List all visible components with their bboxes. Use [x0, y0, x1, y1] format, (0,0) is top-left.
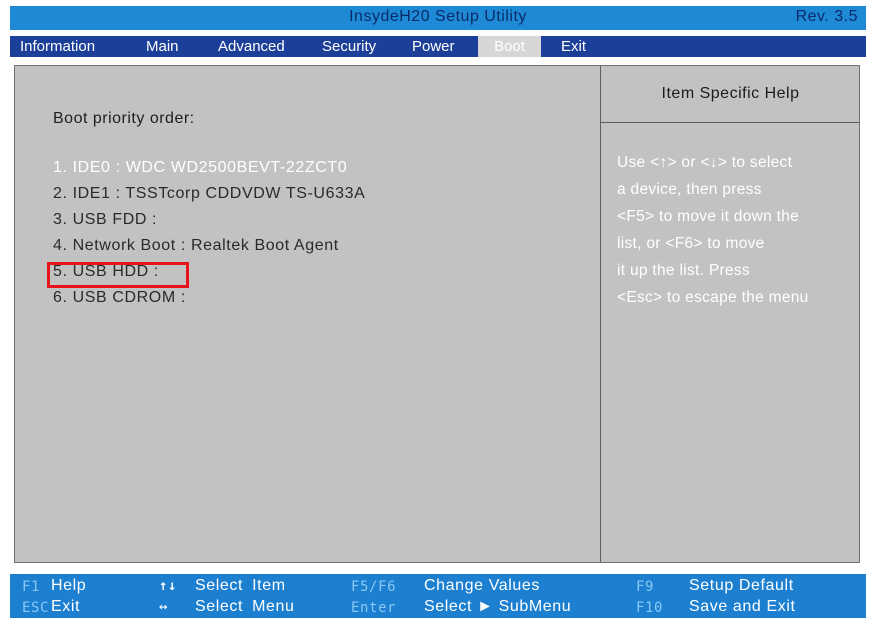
- key-f10-label: Save and Exit: [689, 598, 796, 615]
- key-f5-f6-label: Change Values: [424, 577, 541, 594]
- tab-advanced[interactable]: Advanced: [210, 36, 293, 57]
- content-frame: Boot priority order: 1. IDE0 : WDC WD250…: [10, 57, 866, 569]
- key-f9: F9: [636, 579, 655, 595]
- boot-item-ide1[interactable]: 2. IDE1 : TSSTcorp CDDVDW TS-U633A: [53, 181, 365, 207]
- bios-setup-screen: InsydeH20 Setup Utility Rev. 3.5 Informa…: [0, 0, 874, 621]
- tab-exit[interactable]: Exit: [553, 36, 594, 57]
- highlight-annotation-box: [47, 262, 189, 288]
- tab-information[interactable]: Information: [12, 36, 103, 57]
- help-text: Use <↑> or <↓> to select a device, then …: [601, 123, 860, 311]
- key-f1-label: Help: [51, 577, 87, 594]
- up-down-arrows-icon: ↑↓: [159, 578, 178, 594]
- key-esc-label: Exit: [51, 598, 81, 615]
- key-f9-label: Setup Default: [689, 577, 794, 594]
- key-legend-bar: F1 Help ↑↓ Select Item F5/F6 Change Valu…: [10, 574, 866, 618]
- key-esc: ESC: [22, 600, 50, 616]
- app-title: InsydeH20 Setup Utility: [349, 8, 527, 25]
- boot-settings-panel: Boot priority order: 1. IDE0 : WDC WD250…: [15, 66, 600, 562]
- tab-boot[interactable]: Boot: [478, 36, 541, 57]
- tab-main[interactable]: Main: [138, 36, 187, 57]
- key-updown-label: Select Item: [195, 577, 286, 594]
- tab-security[interactable]: Security: [314, 36, 384, 57]
- help-title: Item Specific Help: [601, 66, 860, 123]
- boot-item-ide0[interactable]: 1. IDE0 : WDC WD2500BEVT-22ZCT0: [53, 155, 365, 181]
- key-enter: Enter: [351, 600, 397, 616]
- boot-item-usb-cdrom[interactable]: 6. USB CDROM :: [53, 285, 365, 311]
- key-f5-f6: F5/F6: [351, 579, 397, 595]
- boot-priority-label: Boot priority order:: [53, 110, 195, 127]
- boot-item-usb-fdd[interactable]: 3. USB FDD :: [53, 207, 365, 233]
- tab-power[interactable]: Power: [404, 36, 463, 57]
- help-line: <Esc> to escape the menu: [617, 289, 809, 306]
- key-f10: F10: [636, 600, 664, 616]
- menu-tab-bar: Information Main Advanced Security Power…: [10, 36, 866, 57]
- help-line: it up the list. Press: [617, 262, 750, 279]
- help-line: <F5> to move it down the: [617, 208, 800, 225]
- help-panel: Item Specific Help Use <↑> or <↓> to sel…: [600, 66, 860, 562]
- boot-item-network-boot[interactable]: 4. Network Boot : Realtek Boot Agent: [53, 233, 365, 259]
- key-f1: F1: [22, 579, 41, 595]
- content-panel: Boot priority order: 1. IDE0 : WDC WD250…: [14, 65, 860, 563]
- help-line: a device, then press: [617, 181, 762, 198]
- help-line: Use <↑> or <↓> to select: [617, 154, 793, 171]
- title-bar: InsydeH20 Setup Utility Rev. 3.5: [10, 6, 866, 30]
- revision-label: Rev. 3.5: [795, 8, 858, 25]
- left-right-arrow-icon: ↔: [159, 599, 169, 615]
- help-line: list, or <F6> to move: [617, 235, 765, 252]
- key-enter-label: Select ► SubMenu: [424, 598, 572, 615]
- key-leftright-label: Select Menu: [195, 598, 295, 615]
